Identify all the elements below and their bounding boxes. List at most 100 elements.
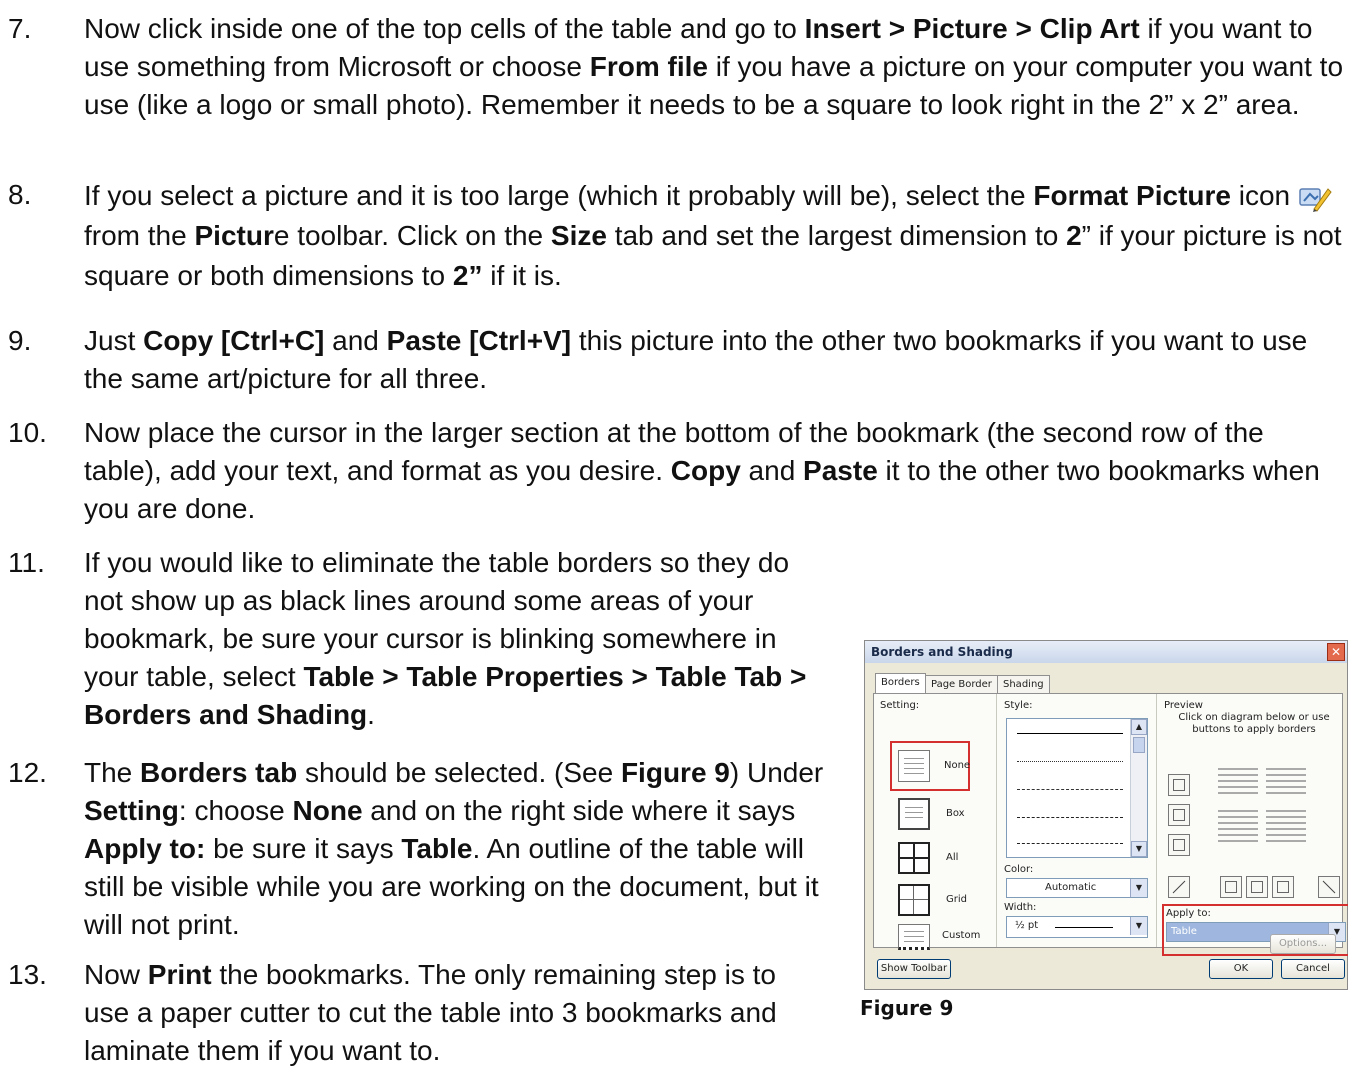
color-label: Color:: [1004, 864, 1034, 875]
setting-all-label[interactable]: All: [946, 852, 958, 863]
text-run-bold: Setting: [84, 795, 179, 826]
text-run-bold: Insert > Picture > Clip Art: [804, 13, 1140, 44]
inside-vertical-border-button[interactable]: [1246, 876, 1268, 898]
step-12: 12. The Borders tab should be selected. …: [8, 754, 828, 950]
preview-diagram[interactable]: [1212, 760, 1312, 860]
step-number: 8.: [8, 179, 32, 210]
text-run: ) Under: [729, 757, 824, 788]
diagonal-up-border-button[interactable]: [1318, 876, 1340, 898]
show-toolbar-button[interactable]: Show Toolbar: [877, 959, 951, 979]
text-run-bold: Apply to:: [84, 833, 206, 864]
chevron-down-icon[interactable]: ▼: [1130, 879, 1147, 897]
ok-button[interactable]: OK: [1209, 959, 1273, 979]
text-run-bold: Pictur: [194, 220, 274, 251]
scroll-down-icon[interactable]: ▼: [1131, 841, 1147, 857]
text-run-bold: Figure 9: [620, 757, 730, 788]
text-run-bold: Size: [550, 220, 607, 251]
text-run-bold: Copy: [670, 455, 741, 486]
step-number: 12.: [8, 757, 47, 788]
step-13: 13. Now Print the bookmarks. The only re…: [8, 956, 828, 1070]
text-run-bold: Format Picture: [1033, 180, 1231, 211]
step-number: 10.: [8, 417, 47, 448]
width-select[interactable]: ½ pt ▼: [1006, 916, 1148, 938]
style-dashed[interactable]: [1017, 817, 1123, 818]
setting-none-label[interactable]: None: [944, 760, 970, 771]
preview-hint: Click on diagram below or use buttons to…: [1178, 712, 1330, 735]
tab-page-border[interactable]: Page Border: [925, 675, 998, 693]
setting-label: Setting:: [880, 700, 920, 711]
setting-custom-label[interactable]: Custom: [942, 930, 980, 941]
width-label: Width:: [1004, 902, 1037, 913]
step-number: 11.: [8, 547, 45, 578]
step-text: The Borders tab should be selected. (See…: [84, 754, 829, 944]
setting-grid-button[interactable]: [898, 884, 930, 916]
bottom-border-button[interactable]: [1168, 834, 1190, 856]
text-run: tab and set the largest dimension to: [606, 220, 1067, 251]
text-run-bold: Paste [Ctrl+V]: [386, 325, 572, 356]
figure-caption: Figure 9: [860, 996, 954, 1020]
apply-to-value: Table: [1171, 926, 1197, 937]
step-10: 10. Now place the cursor in the larger s…: [8, 414, 1338, 528]
setting-all-button[interactable]: [898, 842, 930, 874]
text-run: Now click inside one of the top cells of…: [84, 13, 805, 44]
scroll-thumb[interactable]: [1133, 737, 1145, 753]
document-page: 7. Now click inside one of the top cells…: [0, 0, 1348, 1069]
text-run: and: [740, 455, 804, 486]
dialog-title: Borders and Shading: [865, 641, 1347, 663]
color-select[interactable]: Automatic ▼: [1006, 878, 1148, 898]
chevron-down-icon[interactable]: ▼: [1130, 917, 1147, 935]
setting-box-button[interactable]: [898, 798, 930, 830]
text-run-bold: 2”: [452, 260, 483, 291]
tab-shading[interactable]: Shading: [997, 675, 1050, 693]
setting-none-button[interactable]: [898, 750, 930, 782]
text-run-bold: Borders tab: [140, 757, 298, 788]
text-run: : choose: [178, 795, 293, 826]
text-run: from the: [84, 220, 195, 251]
step-8: 8. If you select a picture and it is too…: [8, 176, 1342, 296]
text-run-bold: Print: [147, 959, 212, 990]
step-text: Now click inside one of the top cells of…: [84, 10, 1344, 124]
text-run: and: [324, 325, 387, 356]
borders-tab-panel: Setting: None Box All Grid Custom Style:…: [873, 693, 1348, 956]
style-scrollbar[interactable]: ▲ ▼: [1130, 719, 1147, 857]
style-label: Style:: [1004, 700, 1033, 711]
divider: [996, 694, 997, 947]
step-9: 9. Just Copy [Ctrl+C] and Paste [Ctrl+V]…: [8, 322, 1338, 400]
text-run: icon: [1230, 180, 1298, 211]
inside-horizontal-border-button[interactable]: [1168, 804, 1190, 826]
setting-box-label[interactable]: Box: [946, 808, 965, 819]
text-run: Now: [84, 959, 148, 990]
setting-custom-button[interactable]: [898, 924, 930, 950]
style-dashed-small[interactable]: [1017, 789, 1123, 790]
color-value: Automatic: [1045, 882, 1097, 893]
step-text: If you select a picture and it is too la…: [84, 176, 1346, 296]
tab-borders[interactable]: Borders: [875, 673, 926, 694]
step-number: 7.: [8, 13, 32, 44]
text-run-bold: From file: [589, 51, 708, 82]
top-border-button[interactable]: [1168, 774, 1190, 796]
setting-grid-label[interactable]: Grid: [946, 894, 967, 905]
borders-and-shading-dialog: Borders and Shading ✕ Borders Page Borde…: [864, 640, 1348, 990]
scroll-up-icon[interactable]: ▲: [1131, 719, 1147, 735]
text-run: and on the right side where it says: [362, 795, 796, 826]
cancel-button[interactable]: Cancel: [1281, 959, 1345, 979]
format-picture-icon: [1298, 183, 1332, 213]
options-button[interactable]: Options...: [1270, 934, 1336, 954]
left-border-button[interactable]: [1220, 876, 1242, 898]
right-border-button[interactable]: [1272, 876, 1294, 898]
step-7: 7. Now click inside one of the top cells…: [8, 10, 1343, 162]
preview-label: Preview: [1164, 700, 1203, 711]
style-list[interactable]: ▲ ▼: [1006, 718, 1148, 858]
text-run: The: [84, 757, 141, 788]
text-run-bold: Table: [401, 833, 473, 864]
close-icon[interactable]: ✕: [1327, 643, 1345, 661]
text-run: should be selected. (See: [297, 757, 621, 788]
style-dash-dot[interactable]: [1017, 843, 1123, 844]
style-solid[interactable]: [1017, 733, 1123, 734]
step-number: 13.: [8, 959, 47, 990]
diagonal-down-border-button[interactable]: [1168, 876, 1190, 898]
text-run: .: [367, 699, 375, 730]
text-run-bold: None: [292, 795, 363, 826]
style-dotted[interactable]: [1017, 761, 1123, 762]
text-run: e toolbar. Click on the: [273, 220, 551, 251]
